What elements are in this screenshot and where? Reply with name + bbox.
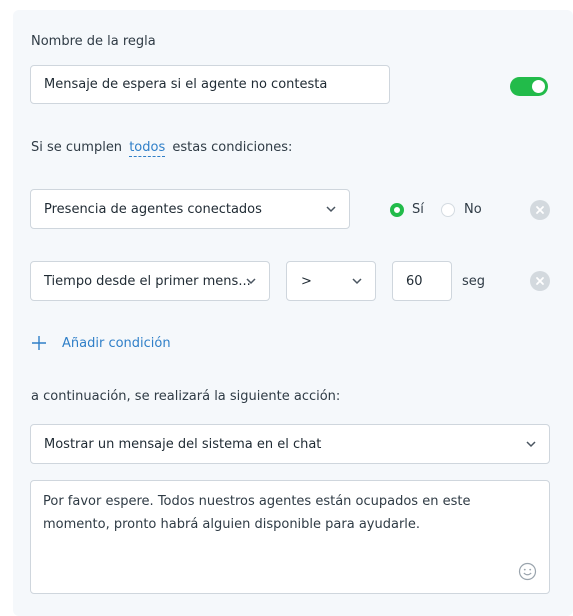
rule-name-input[interactable]: Mensaje de espera si el agente no contes… bbox=[30, 65, 390, 104]
condition-1-field-value: Presencia de agentes conectados bbox=[44, 201, 262, 217]
condition-2-operator-value: > bbox=[301, 273, 312, 289]
condition-1-radio-no[interactable] bbox=[441, 203, 455, 217]
condition-2-value-input[interactable]: 60 bbox=[392, 261, 452, 301]
condition-2-field-value: Tiempo desde el primer mens... bbox=[44, 273, 251, 289]
remove-icon bbox=[536, 277, 544, 285]
condition-2-field-select[interactable]: Tiempo desde el primer mens... bbox=[30, 261, 270, 301]
rule-name-label: Nombre de la regla bbox=[31, 34, 156, 49]
condition-2-remove-button[interactable] bbox=[530, 271, 550, 291]
condition-2-value: 60 bbox=[406, 273, 423, 289]
conditions-intro-suffix: estas condiciones: bbox=[172, 140, 293, 155]
match-mode-dropdown[interactable]: todos bbox=[129, 140, 166, 157]
rule-enabled-toggle[interactable] bbox=[510, 77, 548, 96]
condition-1-radio-no-label: No bbox=[464, 202, 482, 217]
condition-2-operator-select[interactable]: > bbox=[286, 261, 376, 301]
chevron-down-icon bbox=[526, 441, 536, 448]
toggle-knob bbox=[532, 80, 545, 93]
rule-name-value: Mensaje de espera si el agente no contes… bbox=[44, 77, 328, 92]
action-select[interactable]: Mostrar un mensaje del sistema en el cha… bbox=[30, 424, 550, 464]
action-intro: a continuación, se realizará la siguient… bbox=[31, 389, 341, 404]
remove-icon bbox=[536, 206, 544, 214]
add-condition-label: Añadir condición bbox=[62, 335, 171, 351]
chevron-down-icon bbox=[352, 278, 362, 285]
conditions-intro: Si se cumplen todos estas condiciones: bbox=[31, 140, 293, 157]
chevron-down-icon bbox=[246, 278, 256, 285]
action-message-textarea[interactable]: Por favor espere. Todos nuestros agentes… bbox=[30, 480, 550, 594]
plus-icon bbox=[32, 336, 46, 350]
condition-1-field-select[interactable]: Presencia de agentes conectados bbox=[30, 189, 350, 229]
action-message-text: Por favor espere. Todos nuestros agentes… bbox=[43, 494, 471, 532]
condition-1-radio-yes-label: Sí bbox=[412, 202, 424, 217]
add-condition-button[interactable]: Añadir condición bbox=[31, 335, 171, 351]
action-selected-value: Mostrar un mensaje del sistema en el cha… bbox=[44, 436, 322, 452]
chevron-down-icon bbox=[326, 206, 336, 213]
conditions-intro-prefix: Si se cumplen bbox=[31, 140, 123, 155]
condition-1-radio-yes[interactable] bbox=[390, 203, 404, 217]
emoji-icon[interactable] bbox=[518, 562, 537, 581]
condition-2-unit: seg bbox=[462, 274, 486, 289]
condition-1-remove-button[interactable] bbox=[530, 200, 550, 220]
